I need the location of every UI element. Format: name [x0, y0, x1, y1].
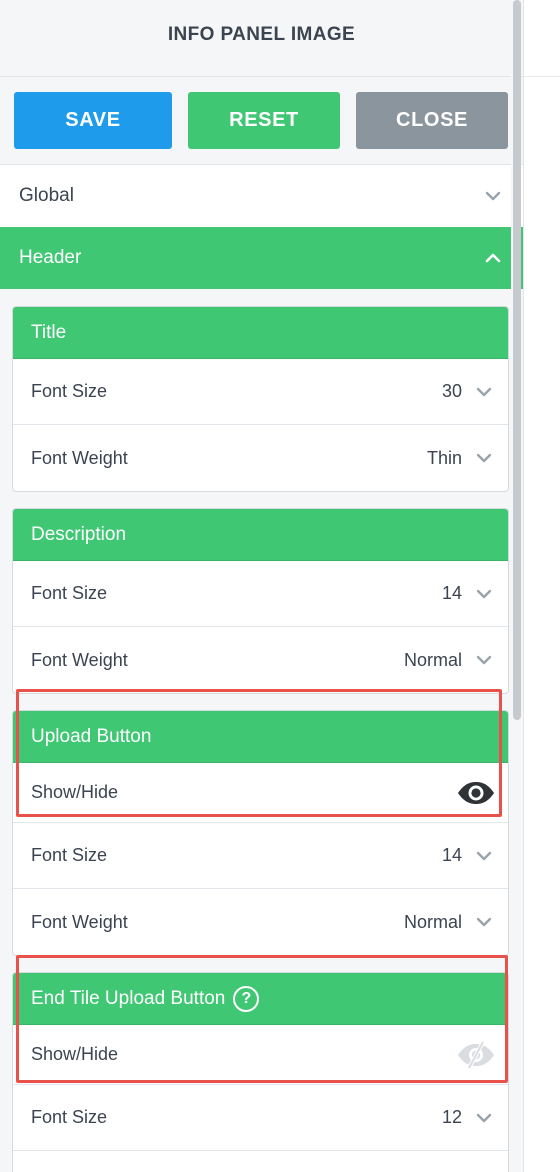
section-title-heading: Title	[13, 307, 508, 359]
help-circle-icon[interactable]: ?	[233, 985, 260, 1012]
upload-button-font-weight-row[interactable]: Font Weight Normal	[13, 889, 508, 955]
font-size-select[interactable]: 14	[442, 845, 492, 866]
font-size-select[interactable]: 30	[442, 381, 492, 402]
panel-header: INFO PANEL IMAGE	[0, 0, 523, 77]
font-size-value: 12	[441, 1107, 462, 1127]
font-weight-label: Font Weight	[31, 447, 128, 468]
close-button[interactable]: CLOSE	[356, 92, 508, 149]
font-weight-select[interactable]: Thin	[427, 448, 492, 469]
font-weight-label: Font Weight	[31, 649, 128, 670]
header-settings: Title Font Size 30 Font Weight Thin Desc…	[0, 289, 523, 1172]
font-weight-label: Font Weight	[31, 911, 128, 932]
section-end-tile-upload-button: End Tile Upload Button ? Show/Hide Font …	[12, 972, 509, 1172]
title-font-size-row[interactable]: Font Size 30	[13, 359, 508, 425]
chevron-down-icon	[485, 188, 501, 204]
font-size-value: 14	[441, 583, 462, 603]
section-description: Description Font Size 14 Font Weight Nor…	[12, 508, 509, 694]
section-end-tile-title: End Tile Upload Button	[31, 987, 226, 1009]
section-upload-button-heading: Upload Button	[13, 711, 508, 763]
accordion-header-label: Header	[19, 247, 82, 268]
font-weight-value: Normal	[403, 649, 462, 670]
font-weight-value: Normal	[403, 911, 462, 932]
panel-title: INFO PANEL IMAGE	[167, 23, 356, 45]
section-end-tile-heading: End Tile Upload Button ?	[13, 973, 508, 1025]
font-size-label: Font Size	[31, 845, 108, 865]
font-weight-value: Thin	[426, 447, 462, 468]
info-panel: INFO PANEL IMAGE SAVE RESET CLOSE Global…	[0, 0, 524, 1172]
action-bar: SAVE RESET CLOSE	[0, 77, 523, 165]
eye-icon[interactable]	[456, 781, 496, 805]
font-weight-select[interactable]: Normal	[404, 912, 492, 933]
canvas-divider	[524, 76, 560, 77]
chevron-down-icon	[476, 450, 492, 466]
section-title: Title Font Size 30 Font Weight Thin	[12, 306, 509, 492]
font-size-select[interactable]: 14	[442, 583, 492, 604]
font-size-value: 14	[441, 845, 462, 865]
section-upload-button: Upload Button Show/Hide Font Size 14 Fon…	[12, 710, 509, 956]
show-hide-label: Show/Hide	[31, 1044, 119, 1064]
font-size-value: 30	[441, 381, 462, 401]
end-tile-visibility-row: Show/Hide	[13, 1025, 508, 1085]
chevron-down-icon	[476, 384, 492, 400]
reset-button[interactable]: RESET	[188, 92, 340, 149]
font-size-select[interactable]: 12	[442, 1107, 492, 1128]
accordion-global-label: Global	[19, 185, 74, 206]
scrollbar[interactable]	[511, 0, 521, 1172]
title-font-weight-row[interactable]: Font Weight Thin	[13, 425, 508, 491]
upload-button-font-size-row[interactable]: Font Size 14	[13, 823, 508, 889]
canvas-area	[524, 0, 560, 1172]
end-tile-next-row	[13, 1151, 508, 1172]
upload-button-visibility-row: Show/Hide	[13, 763, 508, 823]
accordion-header[interactable]: Header	[0, 227, 523, 289]
show-hide-label: Show/Hide	[31, 782, 119, 802]
font-size-label: Font Size	[31, 583, 108, 603]
end-tile-font-size-row[interactable]: Font Size 12	[13, 1085, 508, 1151]
description-font-weight-row[interactable]: Font Weight Normal	[13, 627, 508, 693]
chevron-down-icon	[476, 914, 492, 930]
chevron-up-icon	[485, 250, 501, 266]
save-button[interactable]: SAVE	[14, 92, 172, 149]
description-font-size-row[interactable]: Font Size 14	[13, 561, 508, 627]
font-weight-select[interactable]: Normal	[404, 650, 492, 671]
chevron-down-icon	[476, 586, 492, 602]
chevron-down-icon	[476, 848, 492, 864]
chevron-down-icon	[476, 1110, 492, 1126]
scrollbar-thumb[interactable]	[513, 0, 521, 720]
accordion-global[interactable]: Global	[0, 165, 523, 227]
font-size-label: Font Size	[31, 1107, 108, 1127]
section-description-heading: Description	[13, 509, 508, 561]
eye-off-icon[interactable]	[456, 1040, 496, 1070]
chevron-down-icon	[476, 652, 492, 668]
font-size-label: Font Size	[31, 381, 108, 401]
